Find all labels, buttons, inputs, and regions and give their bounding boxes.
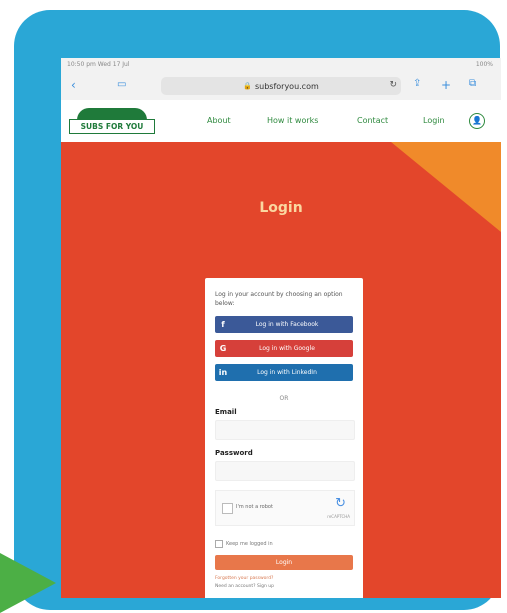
- email-field[interactable]: [215, 420, 355, 440]
- remember-label: Keep me logged in: [226, 541, 273, 547]
- status-battery: 100%: [475, 61, 493, 68]
- password-field[interactable]: [215, 461, 355, 481]
- recaptcha-widget: I'm not a robot ↻ reCAPTCHA: [215, 490, 355, 526]
- nav-how-it-works[interactable]: How it works: [267, 116, 318, 125]
- login-intro-text: Log in your account by choosing an optio…: [215, 291, 343, 307]
- facebook-login-button[interactable]: f Log in with Facebook: [215, 316, 353, 333]
- linkedin-icon: in: [218, 368, 228, 377]
- recaptcha-icon: ↻: [335, 496, 346, 511]
- google-icon: G: [219, 344, 227, 353]
- login-card: Log in your account by choosing an optio…: [205, 278, 363, 598]
- back-icon[interactable]: ‹: [71, 78, 76, 92]
- site-logo[interactable]: SUBS FOR YOU: [69, 108, 155, 134]
- logo-text: SUBS FOR YOU: [69, 119, 155, 134]
- signup-link[interactable]: Need an account? Sign up: [215, 584, 274, 589]
- bookmarks-icon[interactable]: ▭: [117, 79, 126, 90]
- google-login-button[interactable]: G Log in with Google: [215, 340, 353, 357]
- hero-accent-triangle: [391, 142, 501, 232]
- reload-icon[interactable]: ↻: [389, 80, 397, 90]
- recaptcha-brand: reCAPTCHA: [327, 514, 350, 519]
- recaptcha-label: I'm not a robot: [236, 504, 273, 510]
- lock-icon: 🔒: [243, 82, 252, 90]
- status-bar: 10:50 pm Wed 17 Jul 100%: [61, 58, 501, 72]
- url-text: subsforyou.com: [254, 81, 319, 91]
- tabs-icon[interactable]: ⧉: [469, 78, 476, 89]
- browser-toolbar: ‹ ▭ 🔒 subsforyou.com ↻ ⇪ + ⧉: [61, 72, 501, 101]
- address-bar[interactable]: 🔒 subsforyou.com ↻: [161, 77, 401, 95]
- nav-contact[interactable]: Contact: [357, 116, 388, 125]
- remember-checkbox[interactable]: [215, 540, 223, 548]
- or-divider: OR: [279, 395, 289, 402]
- forgot-password-link[interactable]: Forgotten your password?: [215, 576, 273, 581]
- user-icon[interactable]: 👤: [469, 113, 485, 129]
- new-tab-icon[interactable]: +: [441, 78, 451, 92]
- green-arrow-icon: [0, 553, 56, 613]
- facebook-icon: f: [221, 320, 225, 329]
- login-button[interactable]: Login: [215, 555, 353, 570]
- status-time: 10:50 pm Wed 17 Jul: [67, 61, 130, 68]
- page-title: Login: [259, 200, 303, 216]
- remember-me[interactable]: Keep me logged in: [215, 540, 273, 548]
- password-label: Password: [215, 449, 253, 457]
- site-nav: SUBS FOR YOU About How it works Contact …: [61, 100, 501, 142]
- linkedin-login-button[interactable]: in Log in with LinkedIn: [215, 364, 353, 381]
- tablet-screen: 10:50 pm Wed 17 Jul 100% ‹ ▭ 🔒 subsforyo…: [61, 58, 501, 598]
- tablet-frame: 10:50 pm Wed 17 Jul 100% ‹ ▭ 🔒 subsforyo…: [14, 10, 501, 610]
- recaptcha-checkbox[interactable]: [222, 503, 233, 514]
- nav-about[interactable]: About: [207, 116, 231, 125]
- nav-login[interactable]: Login: [423, 116, 445, 125]
- share-icon[interactable]: ⇪: [413, 78, 421, 89]
- email-label: Email: [215, 408, 237, 416]
